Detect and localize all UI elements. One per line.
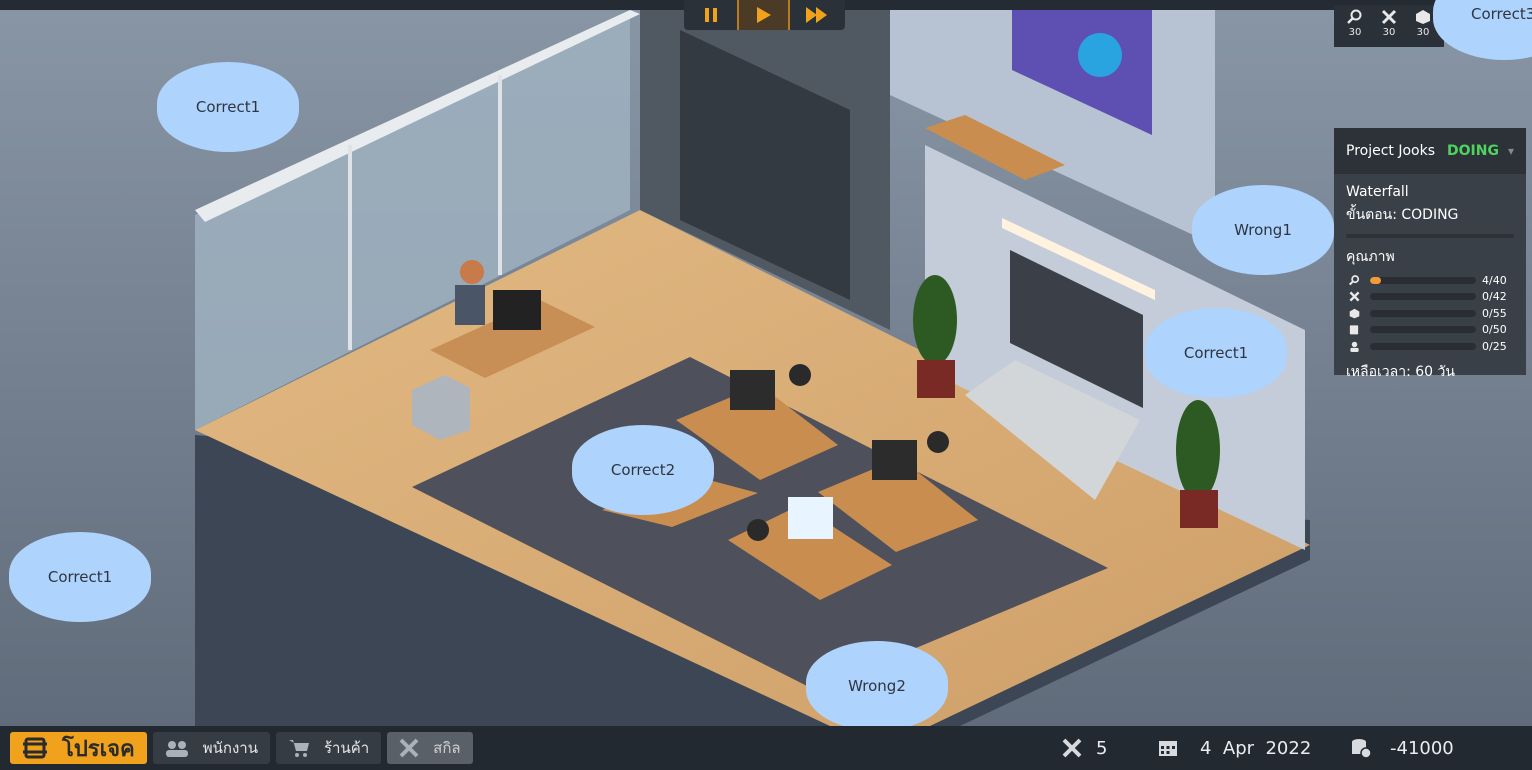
project-method: Waterfall bbox=[1346, 184, 1409, 200]
skill-value: 30 bbox=[1382, 27, 1396, 38]
person-icon bbox=[1346, 341, 1362, 352]
skill-icon bbox=[399, 738, 419, 758]
quality-row: 0/25 bbox=[1346, 338, 1514, 355]
answer-bubble[interactable]: Wrong2 bbox=[806, 641, 948, 731]
tab-project[interactable]: โปรเจค bbox=[10, 732, 147, 764]
play-icon bbox=[756, 7, 771, 23]
time-left: เหลือเวลา: 60 วัน bbox=[1346, 363, 1455, 380]
skill-counter: 30 30 30 bbox=[1334, 5, 1444, 47]
quality-label: คุณภาพ bbox=[1346, 249, 1395, 265]
search-icon bbox=[1347, 9, 1362, 24]
quality-list: 4/40 0/42 0/55 0/50 0/25 bbox=[1346, 272, 1514, 355]
quality-value: 0/42 bbox=[1482, 290, 1507, 304]
employee-character bbox=[789, 364, 811, 386]
quality-row: 0/55 bbox=[1346, 305, 1514, 322]
monitor bbox=[493, 290, 541, 330]
employee-character bbox=[747, 519, 769, 541]
employee-character bbox=[927, 431, 949, 453]
answer-bubble[interactable]: Correct1 bbox=[157, 62, 299, 152]
cube-icon bbox=[1416, 10, 1430, 24]
calendar-icon bbox=[1158, 739, 1178, 757]
project-status: DOING bbox=[1447, 143, 1499, 159]
plant bbox=[913, 275, 957, 365]
skill-counter-item: 30 bbox=[1374, 9, 1404, 43]
project-header[interactable]: Project Jooks DOING ▾ bbox=[1334, 128, 1526, 174]
cart-icon bbox=[288, 738, 310, 758]
tools-stat: 5 bbox=[1062, 726, 1107, 770]
glowing-monitor bbox=[788, 497, 833, 539]
quality-value: 0/50 bbox=[1482, 323, 1507, 337]
quality-row: 0/50 bbox=[1346, 322, 1514, 339]
coins-icon bbox=[1350, 737, 1372, 759]
answer-bubble[interactable]: Correct2 bbox=[572, 425, 714, 515]
quality-value: 0/25 bbox=[1482, 339, 1507, 353]
fast-forward-button[interactable] bbox=[790, 0, 843, 30]
tools-icon bbox=[1062, 738, 1082, 758]
chevron-down-icon[interactable]: ▾ bbox=[1508, 144, 1514, 158]
cube-icon bbox=[1346, 308, 1362, 319]
play-button[interactable] bbox=[737, 0, 790, 30]
quality-row: 0/42 bbox=[1346, 289, 1514, 306]
skill-value: 30 bbox=[1348, 27, 1362, 38]
answer-bubble[interactable]: Wrong1 bbox=[1192, 185, 1334, 275]
fast-forward-icon bbox=[805, 7, 827, 23]
project-name: Project Jooks bbox=[1346, 143, 1436, 159]
staff-icon bbox=[165, 739, 189, 757]
answer-bubble[interactable]: Correct1 bbox=[1145, 308, 1287, 398]
project-panel: Project Jooks DOING ▾ Waterfall ขั้นตอน:… bbox=[1334, 128, 1526, 380]
quality-progress-fill bbox=[1370, 276, 1381, 284]
skill-value: 30 bbox=[1416, 27, 1430, 38]
skill-counter-item: 30 bbox=[1340, 9, 1370, 43]
answer-bubble[interactable]: Correct1 bbox=[9, 532, 151, 622]
tools-icon bbox=[1346, 291, 1362, 302]
quality-progress-bar bbox=[1370, 309, 1476, 317]
tab-label: พนักงาน bbox=[202, 739, 258, 757]
current-date: 4 Apr 2022 bbox=[1200, 737, 1312, 759]
tab-skill[interactable]: สกิล bbox=[387, 732, 473, 764]
search-icon bbox=[1346, 274, 1362, 286]
date-stat: 4 Apr 2022 bbox=[1158, 726, 1311, 770]
tools-icon bbox=[1381, 9, 1397, 25]
quality-value: 0/55 bbox=[1482, 306, 1507, 320]
plant bbox=[1176, 400, 1220, 500]
project-stage: ขั้นตอน: CODING bbox=[1346, 207, 1459, 223]
quality-progress-bar bbox=[1370, 342, 1476, 350]
pause-icon bbox=[704, 8, 717, 22]
quality-progress-bar bbox=[1370, 326, 1476, 334]
tab-label: สกิล bbox=[433, 739, 461, 757]
clipboard-icon bbox=[1346, 324, 1362, 335]
quality-progress-bar bbox=[1370, 293, 1476, 301]
tab-staff[interactable]: พนักงาน bbox=[152, 732, 270, 764]
speed-controls bbox=[684, 0, 845, 30]
tools-count: 5 bbox=[1096, 737, 1108, 759]
tab-shop[interactable]: ร้านค้า bbox=[275, 732, 382, 764]
tab-label: ร้านค้า bbox=[323, 739, 370, 757]
pause-button[interactable] bbox=[684, 0, 737, 30]
money-amount: -41000 bbox=[1390, 737, 1454, 759]
tab-label: โปรเจค bbox=[62, 736, 135, 762]
project-icon bbox=[22, 737, 48, 759]
manager-character bbox=[460, 260, 484, 284]
divider bbox=[1346, 234, 1514, 238]
quality-value: 4/40 bbox=[1482, 273, 1507, 287]
quality-progress-bar bbox=[1370, 276, 1476, 284]
money-stat: -41000 bbox=[1350, 726, 1454, 770]
quality-row: 4/40 bbox=[1346, 272, 1514, 289]
